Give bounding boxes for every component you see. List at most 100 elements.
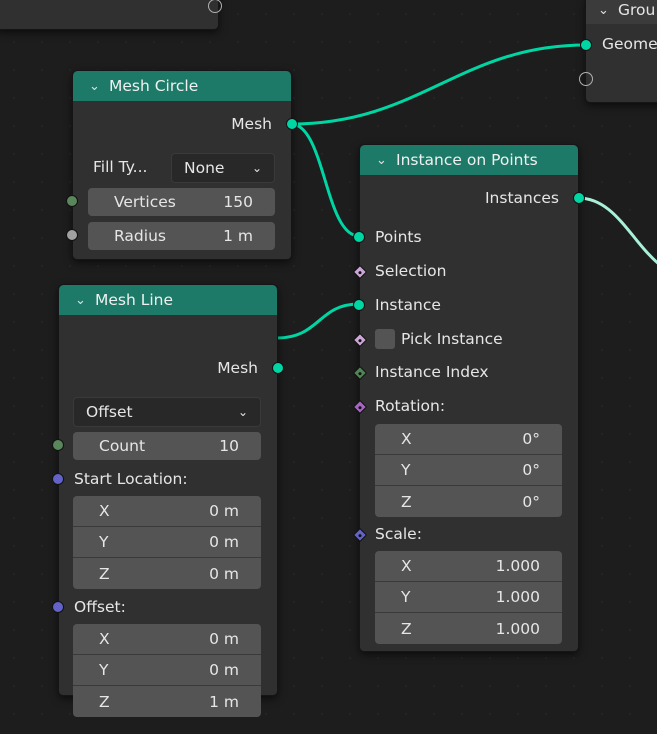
count-socket[interactable] (52, 439, 64, 451)
axis-label: Z (401, 619, 412, 638)
scale-vector[interactable]: X 1.000 Y 1.000 Z 1.000 (375, 551, 562, 644)
vertices-field[interactable]: Vertices 150 (88, 188, 275, 216)
group-output-title: Grou (618, 1, 656, 19)
instance-on-points-title: Instance on Points (396, 151, 538, 169)
instances-output-socket[interactable] (573, 192, 585, 204)
axis-value: 1.000 (495, 588, 540, 606)
fill-type-dropdown[interactable]: None ⌄ (171, 153, 275, 183)
instance-index-label: Instance Index (375, 363, 489, 381)
axis-label: X (99, 502, 110, 520)
selection-label: Selection (375, 262, 447, 280)
axis-value: 0 m (209, 564, 239, 583)
scale-label: Scale: (375, 525, 422, 543)
axis-label: Y (99, 533, 109, 551)
link-circle-to-group (290, 43, 587, 126)
axis-label: Y (401, 461, 411, 479)
chevron-down-icon[interactable]: ⌄ (75, 293, 95, 308)
rotation-label: Rotation: (375, 397, 446, 415)
pick-instance-checkbox[interactable] (375, 329, 395, 349)
axis-label: Z (401, 492, 412, 511)
mesh-circle-output-label: Mesh (231, 115, 272, 133)
start-location-label: Start Location: (74, 470, 188, 488)
start-location-z[interactable]: Z 0 m (73, 558, 261, 589)
offset-z[interactable]: Z 1 m (73, 686, 261, 717)
mesh-line-mode-dropdown[interactable]: Offset ⌄ (73, 397, 261, 427)
chevron-down-icon[interactable]: ⌄ (89, 79, 109, 94)
start-location-x[interactable]: X 0 m (73, 496, 261, 527)
partial-node-top-left[interactable] (0, 0, 222, 30)
start-location-y[interactable]: Y 0 m (73, 527, 261, 558)
rotation-vector[interactable]: X 0° Y 0° Z 0° (375, 424, 562, 517)
axis-value: 0° (522, 430, 540, 448)
points-input-socket[interactable] (353, 231, 365, 243)
group-output-header[interactable]: ⌄ Grou (586, 0, 657, 24)
rotation-z[interactable]: Z 0° (375, 486, 562, 517)
rotation-y[interactable]: Y 0° (375, 455, 562, 486)
chevron-down-icon: ⌄ (251, 161, 262, 175)
vertices-socket[interactable] (66, 195, 78, 207)
offset-y[interactable]: Y 0 m (73, 655, 261, 686)
axis-label: Y (401, 588, 411, 606)
axis-value: 1.000 (495, 557, 540, 575)
axis-label: Y (99, 661, 109, 679)
mesh-circle-node[interactable]: ⌄ Mesh Circle Mesh Fill Ty... None ⌄ Ver… (66, 70, 298, 260)
points-label: Points (375, 228, 422, 246)
axis-value: 0 m (209, 502, 239, 520)
scale-y[interactable]: Y 1.000 (375, 582, 562, 613)
instance-input-socket[interactable] (353, 299, 365, 311)
link-line-to-instance (276, 302, 360, 340)
start-location-socket[interactable] (52, 473, 64, 485)
axis-label: Z (99, 692, 110, 711)
chevron-down-icon[interactable]: ⌄ (376, 153, 396, 168)
radius-field[interactable]: Radius 1 m (88, 222, 275, 250)
offset-x[interactable]: X 0 m (73, 624, 261, 655)
mesh-line-node[interactable]: ⌄ Mesh Line Mesh Offset ⌄ Count 10 Start… (52, 284, 284, 717)
mesh-line-mode-value: Offset (86, 403, 133, 421)
fill-type-value: None (184, 159, 225, 177)
mesh-circle-header[interactable]: ⌄ Mesh Circle (73, 71, 291, 101)
radius-value: 1 m (223, 227, 253, 245)
mesh-circle-title: Mesh Circle (109, 77, 199, 95)
radius-label: Radius (114, 227, 166, 245)
link-circle-to-points (290, 122, 360, 238)
start-location-vector[interactable]: X 0 m Y 0 m Z 0 m (73, 496, 261, 589)
chevron-down-icon[interactable]: ⌄ (598, 3, 618, 18)
pick-instance-label: Pick Instance (401, 330, 503, 348)
axis-label: Z (99, 564, 110, 583)
vertices-value: 150 (223, 193, 253, 211)
rotation-x[interactable]: X 0° (375, 424, 562, 455)
mesh-line-title: Mesh Line (95, 291, 174, 309)
instance-label: Instance (375, 296, 441, 314)
vertices-label: Vertices (114, 193, 176, 211)
axis-value: 1.000 (495, 619, 540, 638)
chevron-down-icon: ⌄ (237, 405, 248, 419)
axis-label: X (401, 557, 412, 575)
scale-x[interactable]: X 1.000 (375, 551, 562, 582)
axis-value: 0° (522, 461, 540, 479)
fill-type-label: Fill Ty... (93, 158, 148, 176)
instances-output-label: Instances (484, 189, 559, 207)
group-output-node[interactable]: ⌄ Grou Geome (579, 0, 657, 103)
group-output-geometry-socket[interactable] (580, 39, 592, 51)
group-output-geometry-label: Geome (602, 35, 657, 53)
mesh-circle-mesh-output-socket[interactable] (286, 118, 298, 130)
count-label: Count (99, 437, 146, 455)
link-instances-out (577, 196, 657, 265)
axis-value: 0° (522, 492, 540, 511)
axis-value: 0 m (209, 661, 239, 679)
axis-label: X (401, 430, 412, 448)
count-value: 10 (219, 437, 239, 455)
instance-on-points-header[interactable]: ⌄ Instance on Points (360, 145, 578, 175)
axis-value: 1 m (209, 692, 239, 711)
scale-z[interactable]: Z 1.000 (375, 613, 562, 644)
axis-label: X (99, 630, 110, 648)
instance-on-points-node[interactable]: ⌄ Instance on Points Instances Points Se… (352, 144, 585, 652)
group-output-empty-socket[interactable] (579, 72, 593, 86)
count-field[interactable]: Count 10 (73, 432, 261, 460)
offset-socket[interactable] (52, 601, 64, 613)
mesh-line-mesh-output-socket[interactable] (272, 362, 284, 374)
mesh-line-header[interactable]: ⌄ Mesh Line (59, 285, 277, 315)
offset-vector[interactable]: X 0 m Y 0 m Z 1 m (73, 624, 261, 717)
radius-socket[interactable] (66, 229, 78, 241)
axis-value: 0 m (209, 533, 239, 551)
